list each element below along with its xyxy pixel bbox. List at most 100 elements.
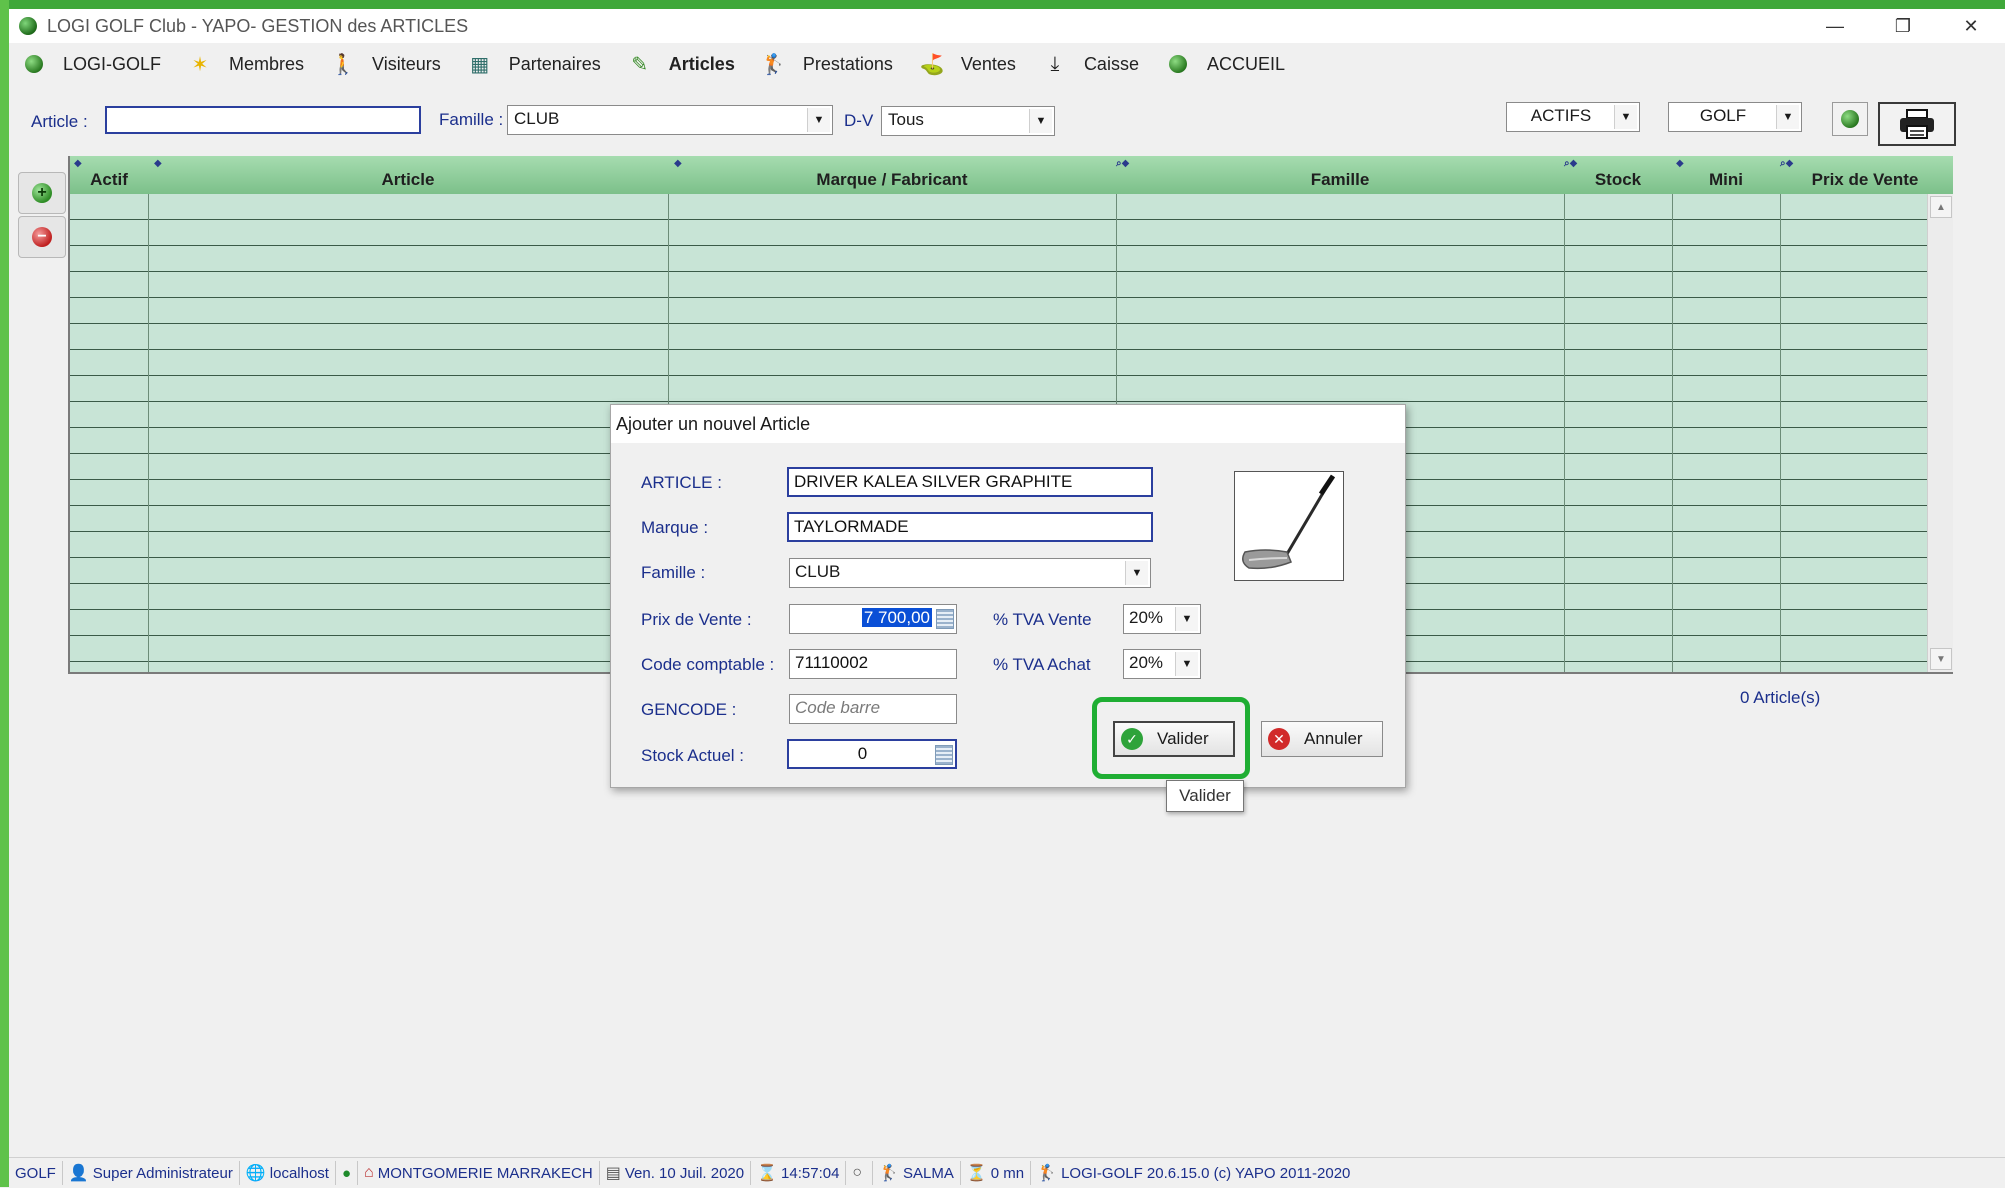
chevron-down-icon[interactable]: ▼ — [807, 108, 830, 132]
article-search-input[interactable] — [105, 106, 421, 134]
code-comptable-input[interactable]: 71110002 — [789, 649, 957, 679]
add-article-dialog: Ajouter un nouvel Article ARTICLE : DRIV… — [610, 404, 1406, 788]
calendar-icon: ▤ — [605, 1165, 621, 1182]
dialog-title: Ajouter un nouvel Article — [611, 405, 1405, 443]
download-icon: ⤓ — [1050, 52, 1060, 75]
print-button[interactable] — [1878, 102, 1956, 146]
menu-prestations[interactable]: 🏌 Prestations — [761, 53, 893, 76]
gencode-input[interactable]: Code barre — [789, 694, 957, 724]
golf-club-icon — [1242, 474, 1336, 570]
connection-dot-icon: ● — [341, 1164, 352, 1182]
clock-icon: ⌛ — [757, 1165, 778, 1182]
marque-input[interactable]: TAYLORMADE — [787, 512, 1153, 542]
chevron-down-icon[interactable]: ▼ — [1614, 105, 1637, 129]
actifs-select[interactable]: ACTIFS ▼ — [1506, 102, 1640, 132]
golf-select[interactable]: GOLF ▼ — [1668, 102, 1802, 132]
minimize-icon[interactable]: — — [1801, 9, 1869, 43]
prix-vente-input[interactable]: 7 700,00 — [789, 604, 957, 634]
window-frame-left — [0, 0, 9, 1187]
chevron-down-icon[interactable]: ▼ — [1125, 561, 1148, 585]
marque-label: Marque : — [641, 518, 709, 537]
status-indicator: ○ — [846, 1161, 874, 1185]
status-time: ⌛ 14:57:04 — [751, 1161, 847, 1185]
menu-membres[interactable]: ✶ Membres — [189, 53, 304, 76]
menu-label: ACCUEIL — [1206, 53, 1285, 74]
tva-vente-select[interactable]: 20% ▼ — [1123, 604, 1201, 634]
code-comptable-label: Code comptable : — [641, 655, 775, 674]
window-controls: — ❐ ✕ — [1801, 9, 2005, 43]
menu-logi-golf[interactable]: LOGI-GOLF — [23, 53, 161, 75]
delete-article-button[interactable]: − — [18, 216, 66, 258]
filter-toolbar: Article : Famille : CLUB ▼ D-V Tous ▼ AC… — [9, 100, 2005, 146]
column-header-actif[interactable]: ◆ Actif — [70, 156, 148, 194]
article-count: 0 Article(s) — [1740, 688, 1821, 707]
menu-label: Partenaires — [508, 53, 601, 74]
chevron-down-icon[interactable]: ▼ — [1776, 105, 1799, 129]
calculator-icon[interactable] — [936, 609, 954, 629]
dv-filter-label: D-V — [844, 111, 874, 130]
status-version: 🏌 LOGI-GOLF 20.6.15.0 (c) YAPO 2011-2020 — [1037, 1164, 1351, 1183]
valider-tooltip: Valider — [1166, 780, 1244, 812]
dv-filter-select[interactable]: Tous ▼ — [881, 106, 1055, 136]
article-name-input[interactable]: DRIVER KALEA SILVER GRAPHITE — [787, 467, 1153, 497]
calculator-icon[interactable] — [935, 745, 953, 765]
menu-label: Prestations — [802, 53, 893, 74]
famille-filter-select[interactable]: CLUB ▼ — [507, 105, 833, 135]
menu-label: LOGI-GOLF — [63, 53, 162, 74]
cancel-x-icon: ✕ — [1268, 728, 1290, 750]
window-frame-top — [0, 0, 2005, 9]
menu-accueil[interactable]: ACCUEIL — [1167, 53, 1285, 75]
menu-ventes[interactable]: ⛳ Ventes — [919, 53, 1016, 76]
menu-partenaires[interactable]: ▦ Partenaires — [469, 53, 601, 76]
status-user: 👤 Super Administrateur — [63, 1161, 240, 1185]
plus-icon: + — [32, 183, 52, 203]
scroll-up-icon[interactable]: ▲ — [1930, 196, 1952, 218]
annuler-label: Annuler — [1304, 729, 1363, 748]
column-header-article[interactable]: ◆ Article — [148, 156, 668, 194]
stock-actuel-value: 0 — [857, 744, 868, 763]
menu-articles[interactable]: ✎ Articles — [629, 53, 735, 76]
column-header-stock[interactable]: ⌕◆ Stock — [1564, 156, 1672, 194]
globe-icon: 🌐 — [245, 1165, 266, 1182]
golf-ball-icon — [23, 53, 45, 75]
refresh-button[interactable] — [1832, 102, 1868, 136]
printer-icon — [1900, 109, 1934, 139]
tva-vente-value: 20% — [1129, 608, 1164, 627]
article-photo[interactable] — [1234, 471, 1344, 581]
famille-select[interactable]: CLUB ▼ — [789, 558, 1151, 588]
menu-visiteurs[interactable]: 🚶 Visiteurs — [330, 53, 441, 76]
menu-caisse[interactable]: ⤓ Caisse — [1044, 53, 1139, 75]
menu-label: Articles — [668, 53, 735, 74]
hourglass-icon: ⏳ — [966, 1165, 987, 1182]
stock-actuel-label: Stock Actuel : — [641, 746, 744, 765]
chevron-down-icon[interactable]: ▼ — [1175, 607, 1198, 631]
table-header: ◆ Actif ◆ Article ◆ Marque / Fabricant ⌕◆ Fa… — [70, 156, 1953, 195]
column-header-prix[interactable]: ⌕◆ Prix de Vente — [1780, 156, 1950, 194]
refresh-ball-icon — [1841, 110, 1859, 128]
tva-vente-label: % TVA Vente — [993, 610, 1092, 629]
golf-value: GOLF — [1699, 106, 1747, 125]
status-duration: ⏳ 0 mn — [961, 1161, 1032, 1185]
table-scrollbar[interactable]: ▲ ▼ — [1927, 194, 1953, 672]
add-article-button[interactable]: + — [18, 172, 66, 214]
column-header-mini[interactable]: ◆ Mini — [1672, 156, 1780, 194]
annuler-button[interactable]: ✕ Annuler — [1261, 721, 1383, 757]
gencode-placeholder: Code barre — [795, 698, 881, 717]
chevron-down-icon[interactable]: ▼ — [1175, 652, 1198, 676]
column-header-marque[interactable]: ◆ Marque / Fabricant — [668, 156, 1116, 194]
menu-label: Caisse — [1083, 53, 1139, 74]
restore-icon[interactable]: ❐ — [1869, 9, 1937, 43]
scroll-down-icon[interactable]: ▼ — [1930, 648, 1952, 670]
chevron-down-icon[interactable]: ▼ — [1029, 109, 1052, 133]
column-header-famille[interactable]: ⌕◆ Famille — [1116, 156, 1564, 194]
tva-achat-value: 20% — [1129, 653, 1164, 672]
walker-icon: 🚶 — [330, 53, 356, 76]
prix-label: Prix de Vente : — [641, 610, 752, 629]
circle-icon: ○ — [852, 1164, 863, 1181]
close-icon[interactable]: ✕ — [1937, 9, 2005, 43]
stock-actuel-input[interactable]: 0 — [787, 739, 957, 769]
status-connection: ● — [336, 1161, 359, 1185]
tva-achat-select[interactable]: 20% ▼ — [1123, 649, 1201, 679]
golfer-icon: 🏌 — [879, 1165, 900, 1182]
status-host: 🌐 localhost — [240, 1161, 336, 1185]
